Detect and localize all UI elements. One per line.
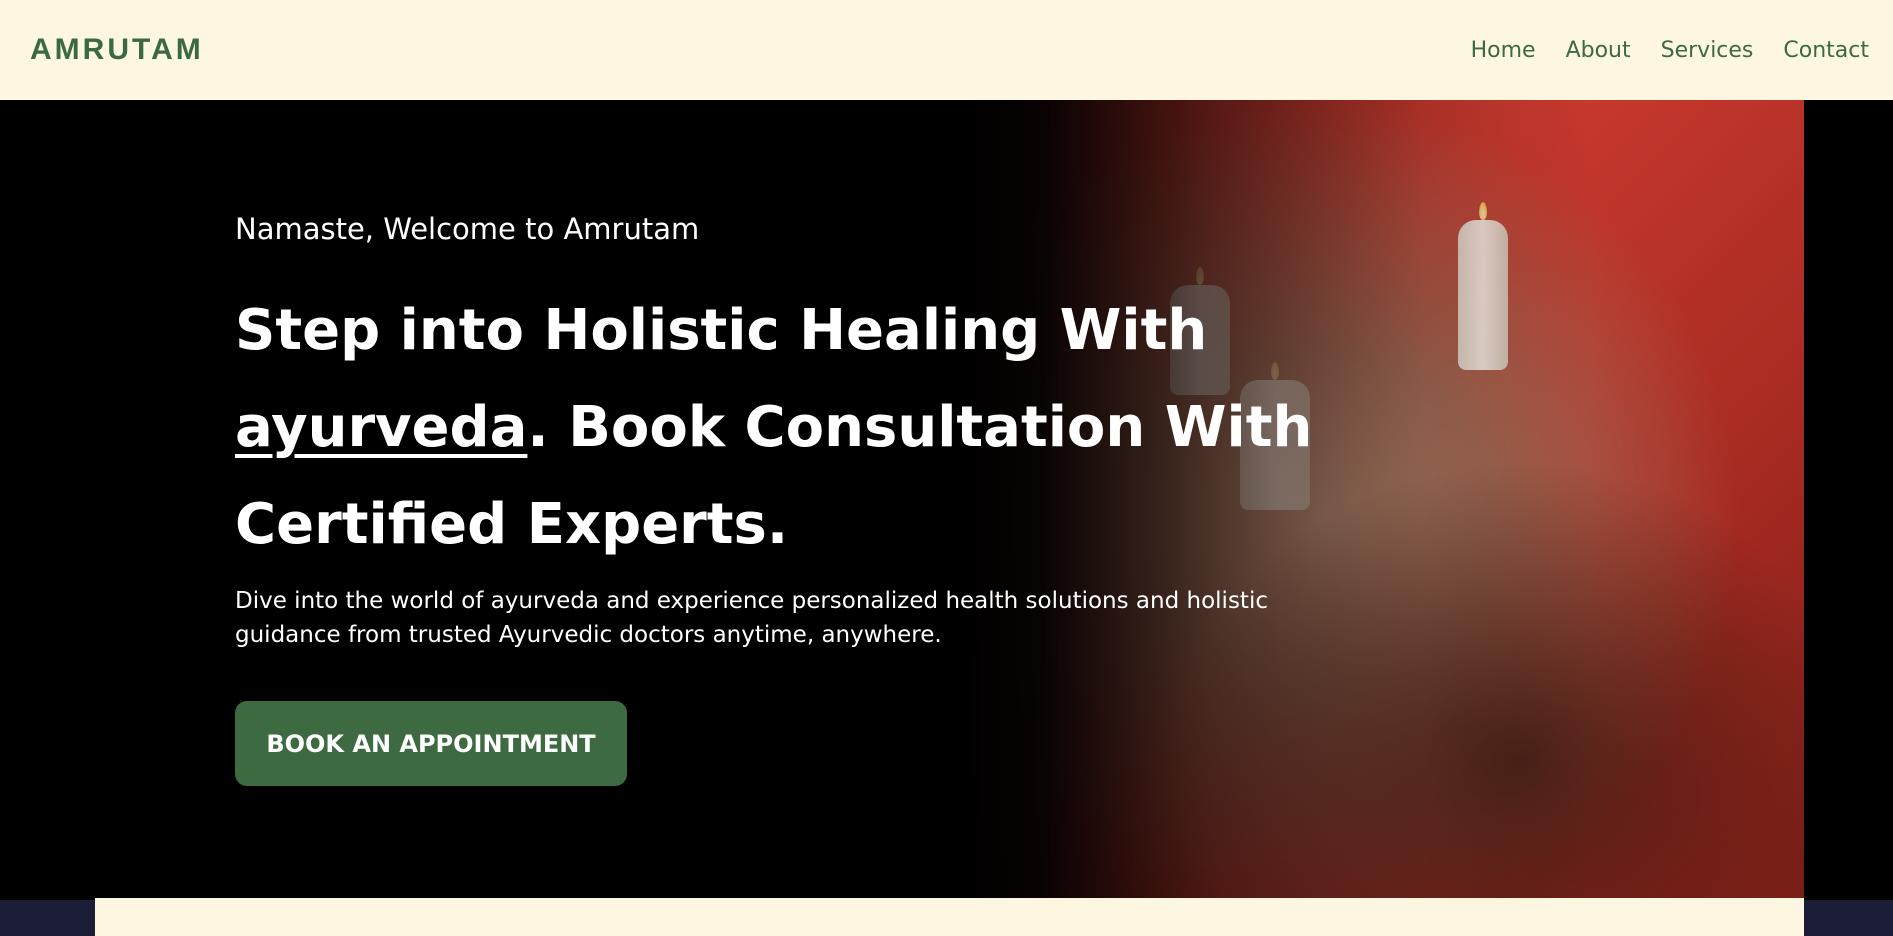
headline-highlight-ayurveda: ayurveda	[235, 395, 528, 460]
logo[interactable]: AMRUTAM	[30, 33, 204, 67]
hero-greeting: Namaste, Welcome to Amrutam	[235, 212, 700, 246]
next-section-peek	[95, 898, 1804, 936]
nav-link-about[interactable]: About	[1566, 38, 1631, 63]
nav-link-contact[interactable]: Contact	[1783, 38, 1869, 63]
headline-text-start: Step into Holistic Healing With	[235, 298, 1208, 363]
main-nav: Home About Services Contact	[1441, 38, 1869, 63]
book-appointment-button[interactable]: BOOK AN APPOINTMENT	[235, 701, 627, 786]
hero-right-band	[1804, 100, 1893, 900]
site-header: AMRUTAM Home About Services Contact	[0, 0, 1893, 100]
nav-link-home[interactable]: Home	[1471, 38, 1536, 63]
hero-headline: Step into Holistic Healing With ayurveda…	[235, 282, 1335, 573]
nav-link-services[interactable]: Services	[1661, 38, 1754, 63]
hero-description: Dive into the world of ayurveda and expe…	[235, 588, 1268, 648]
hero-section: Namaste, Welcome to Amrutam Step into Ho…	[0, 100, 1893, 900]
